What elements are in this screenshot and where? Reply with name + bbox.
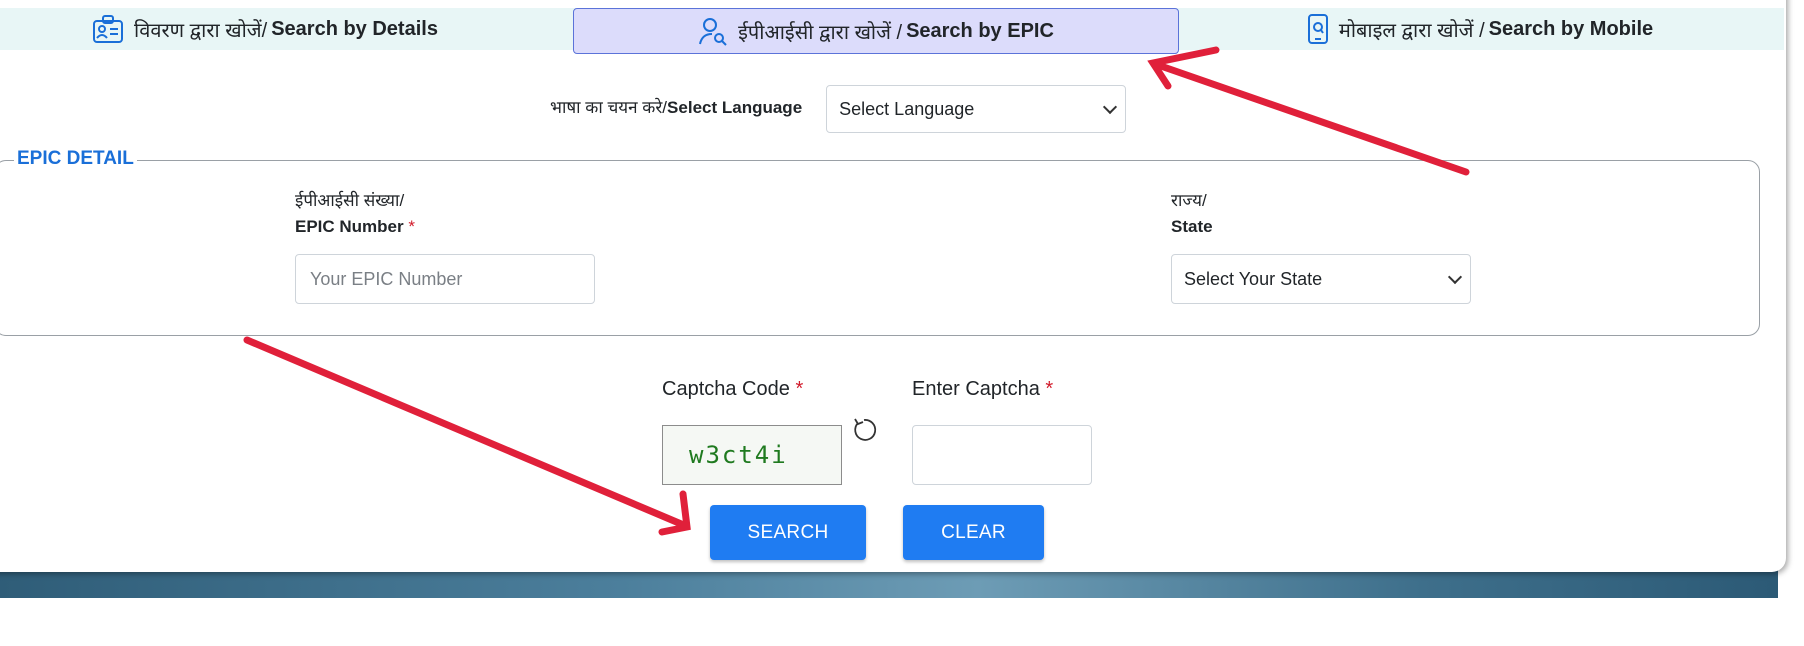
enter-captcha-label-text: Enter Captcha: [912, 378, 1040, 400]
clear-button[interactable]: CLEAR: [903, 505, 1044, 560]
language-label-hindi: भाषा का चयन करे/: [550, 97, 668, 117]
epic-number-input[interactable]: Your EPIC Number: [295, 254, 595, 304]
language-label: भाषा का चयन करे/Select Language: [550, 95, 802, 118]
state-label-hindi: राज्य/: [1171, 191, 1207, 210]
captcha-code-label-text: Captcha Code: [662, 378, 790, 400]
chevron-down-icon: [1447, 269, 1463, 285]
user-search-icon: [698, 16, 728, 46]
tab-mobile-hindi: मोबाइल द्वारा खोजें /: [1338, 19, 1485, 42]
language-label-english: Select Language: [667, 97, 803, 117]
epic-detail-legend: EPIC DETAIL: [14, 148, 137, 170]
captcha-input[interactable]: [912, 425, 1092, 485]
captcha-code-label: Captcha Code *: [662, 378, 803, 401]
tab-search-by-details[interactable]: विवरण द्वारा खोजें/ Search by Details: [80, 8, 450, 50]
tab-details-english: Search by Details: [271, 17, 438, 40]
captcha-image: w3ct4i: [662, 425, 842, 485]
epic-number-label-english: EPIC Number: [295, 217, 404, 236]
state-label: राज्य/ State: [1171, 188, 1213, 240]
tab-search-by-mobile[interactable]: मोबाइल द्वारा खोजें / Search by Mobile: [1300, 8, 1660, 50]
id-card-icon: [92, 14, 124, 44]
tab-epic-hindi: ईपीआईसी द्वारा खोजें /: [738, 21, 903, 44]
language-select[interactable]: Select Language: [826, 85, 1127, 133]
tab-details-hindi: विवरण द्वारा खोजें/: [134, 19, 268, 42]
enter-captcha-label: Enter Captcha *: [912, 378, 1053, 401]
required-mark: *: [408, 217, 415, 236]
required-mark: *: [1045, 378, 1054, 400]
language-row: भाषा का चयन करे/Select Language Select L…: [550, 85, 1127, 133]
search-tabs: विवरण द्वारा खोजें/ Search by Details ईप…: [0, 8, 1784, 54]
search-button[interactable]: SEARCH: [710, 505, 866, 560]
mobile-search-icon: [1307, 13, 1329, 45]
tab-search-by-epic[interactable]: ईपीआईसी द्वारा खोजें / Search by EPIC: [573, 8, 1179, 54]
state-select[interactable]: Select Your State: [1171, 254, 1471, 304]
language-select-value: Select Language: [839, 98, 975, 119]
state-select-value: Select Your State: [1184, 268, 1323, 289]
tab-epic-english: Search by EPIC: [906, 19, 1054, 42]
epic-detail-fieldset: [0, 160, 1760, 336]
page: विवरण द्वारा खोजें/ Search by Details ईप…: [0, 0, 1804, 646]
tab-mobile-english: Search by Mobile: [1488, 17, 1654, 40]
epic-number-placeholder: Your EPIC Number: [310, 268, 463, 289]
required-mark: *: [795, 378, 804, 400]
epic-number-label-hindi: ईपीआईसी संख्या/: [295, 191, 405, 210]
state-label-english: State: [1171, 217, 1213, 236]
epic-number-label: ईपीआईसी संख्या/ EPIC Number *: [295, 188, 415, 240]
captcha-code-value: w3ct4i: [689, 441, 788, 469]
refresh-icon[interactable]: [850, 416, 878, 444]
chevron-down-icon: [1103, 99, 1118, 115]
